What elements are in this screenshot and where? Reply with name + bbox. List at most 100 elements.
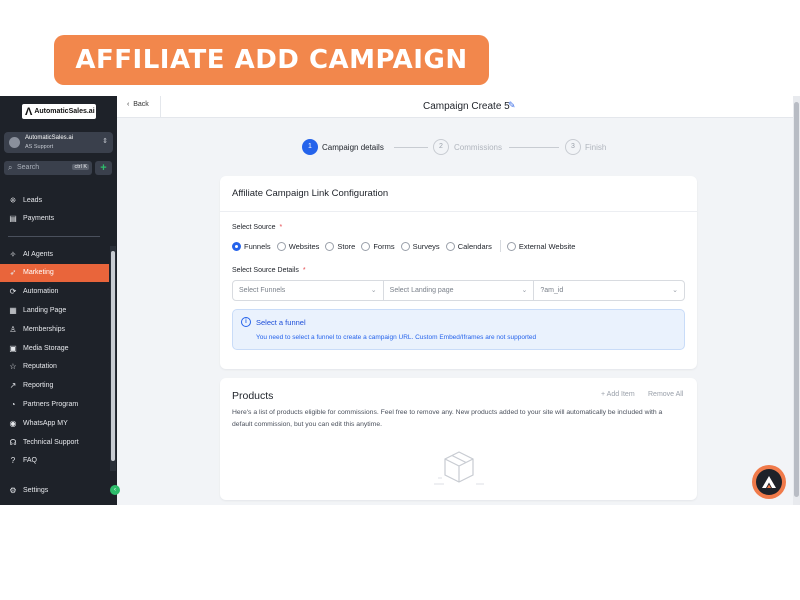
account-name: AutomaticSales.ai: [25, 135, 74, 141]
source-radio-funnels[interactable]: Funnels: [232, 241, 271, 251]
account-switcher[interactable]: AutomaticSales.ai AS Support ⇕: [4, 132, 113, 153]
url-param-dropdown[interactable]: ?am_id ⌄: [534, 281, 684, 300]
link-configuration-card: Affiliate Campaign Link Configuration Se…: [220, 176, 697, 369]
sidebar-item-landing-page[interactable]: ▦ Landing Page: [0, 301, 109, 319]
app-window: Λ AutomaticSales.ai AutomaticSales.ai AS…: [0, 96, 800, 505]
sidebar-item-reputation[interactable]: ☆ Reputation: [0, 358, 109, 376]
step-2-circle: 2: [433, 139, 449, 155]
sidebar-scrollbar-thumb[interactable]: [111, 251, 115, 461]
source-radio-calendars[interactable]: Calendars: [445, 241, 492, 251]
add-item-button[interactable]: + Add Item: [601, 391, 635, 398]
sidebar-item-label: Reputation: [23, 363, 57, 371]
sidebar-item-whatsapp-my[interactable]: ◉ WhatsApp MY: [0, 414, 109, 432]
info-alert: i Select a funnel You need to select a f…: [232, 309, 685, 350]
sidebar-item-settings[interactable]: ⚙ Settings: [0, 481, 109, 499]
sidebar-item-ai-agents[interactable]: ✧ AI Agents: [0, 245, 109, 263]
step-3-circle: 3: [565, 139, 581, 155]
page-title: Campaign Create 5: [423, 101, 510, 112]
collapse-sidebar-icon[interactable]: ‹: [110, 485, 120, 495]
select-funnels-dropdown[interactable]: Select Funnels ⌄: [233, 281, 384, 300]
radio-label: Store: [337, 241, 356, 251]
sidebar-item-faq[interactable]: ? FAQ: [0, 452, 109, 470]
media-storage-icon: ▣: [9, 343, 17, 353]
memberships-icon: ♙: [9, 324, 17, 334]
banner-text: AFFILIATE ADD CAMPAIGN: [75, 45, 468, 75]
sidebar-item-label: Leads: [23, 196, 43, 204]
step-3-label[interactable]: Finish: [585, 143, 606, 152]
search-icon: ⌕: [8, 163, 13, 172]
assistant-launcher-button[interactable]: [752, 465, 786, 499]
landing-page-icon: ▦: [9, 305, 17, 315]
sidebar-item-label: WhatsApp MY: [23, 419, 68, 427]
top-header: ‹ Back Campaign Create 5 ✎: [117, 96, 800, 118]
avatar: [9, 137, 20, 148]
brand-logo-mark-icon: Λ: [25, 105, 33, 118]
step-connector: [394, 147, 428, 148]
automation-icon: ⟳: [9, 287, 17, 297]
source-radio-external-website[interactable]: External Website: [506, 241, 575, 251]
info-icon: i: [241, 317, 251, 327]
brand-logo[interactable]: Λ AutomaticSales.ai: [22, 104, 96, 119]
info-heading: Select a funnel: [256, 318, 306, 327]
radio-label: Websites: [288, 241, 320, 251]
sidebar-item-label: Settings: [23, 486, 49, 494]
info-body: You need to select a funnel to create a …: [256, 334, 537, 341]
source-radio-forms[interactable]: Forms: [361, 241, 395, 251]
select-source-label: Select Source *: [232, 224, 283, 231]
quick-add-button[interactable]: +: [95, 161, 112, 175]
search-placeholder: Search: [17, 164, 40, 171]
products-card: Products + Add Item Remove All Here's a …: [220, 378, 697, 500]
radio-button[interactable]: [506, 241, 516, 251]
radio-button[interactable]: [400, 241, 410, 251]
gear-icon: ⚙: [9, 485, 17, 495]
radio-button[interactable]: [325, 241, 335, 251]
search-shortcut: ctrl K: [72, 164, 89, 170]
source-radio-surveys[interactable]: Surveys: [400, 241, 440, 251]
ai-agents-icon: ✧: [9, 249, 17, 259]
radio-label: Calendars: [457, 241, 492, 251]
sidebar-item-technical-support[interactable]: ☊ Technical Support: [0, 433, 109, 451]
radio-label: Funnels: [244, 241, 271, 251]
radio-button[interactable]: [232, 241, 241, 251]
sidebar-item-payments[interactable]: ▤ Payments: [0, 210, 109, 228]
sidebar-item-partners-program[interactable]: ◔ Partners Program: [0, 395, 109, 413]
sidebar-item-label: AI Agents: [23, 250, 53, 258]
partners-program-icon: ◔: [10, 399, 16, 409]
source-radio-group: Funnels Websites Store Forms Surveys Calendar…: [232, 240, 581, 252]
sidebar-item-automation[interactable]: ⟳ Automation: [0, 283, 109, 301]
radio-button[interactable]: [361, 241, 371, 251]
edit-title-pencil-icon[interactable]: ✎: [508, 100, 516, 111]
page-scrollbar[interactable]: [793, 96, 800, 505]
radio-button[interactable]: [445, 241, 455, 251]
sidebar-item-memberships[interactable]: ♙ Memberships: [0, 320, 109, 338]
source-radio-store[interactable]: Store: [325, 241, 356, 251]
radio-label: Surveys: [412, 241, 440, 251]
sidebar-item-leads[interactable]: ⁜ Leads: [0, 191, 109, 209]
back-label: Back: [133, 101, 149, 108]
reporting-icon: ↗: [9, 381, 17, 391]
select-landing-page-dropdown[interactable]: Select Landing page ⌄: [384, 281, 535, 300]
source-radio-websites[interactable]: Websites: [276, 241, 320, 251]
card-title: Affiliate Campaign Link Configuration: [232, 188, 389, 199]
page-scrollbar-thumb[interactable]: [794, 102, 799, 497]
payments-icon: ▤: [9, 214, 17, 224]
campaign-banner: AFFILIATE ADD CAMPAIGN: [54, 35, 489, 85]
sidebar: Λ AutomaticSales.ai AutomaticSales.ai AS…: [0, 96, 120, 505]
sidebar-item-label: Media Storage: [23, 344, 69, 352]
radio-separator: [499, 240, 501, 252]
step-1-label[interactable]: Campaign details: [322, 143, 384, 152]
radio-button[interactable]: [276, 241, 286, 251]
sidebar-item-marketing[interactable]: ➶ Marketing: [0, 263, 109, 282]
sidebar-item-media-storage[interactable]: ▣ Media Storage: [0, 339, 109, 357]
step-2-label[interactable]: Commissions: [454, 143, 502, 152]
back-button[interactable]: ‹ Back: [127, 101, 149, 108]
brand-logo-mark-icon: [762, 476, 776, 488]
faq-icon: ?: [10, 456, 16, 466]
remove-all-button[interactable]: Remove All: [648, 391, 683, 398]
technical-support-icon: ☊: [9, 437, 17, 447]
sidebar-item-reporting[interactable]: ↗ Reporting: [0, 377, 109, 395]
chevron-updown-icon: ⇕: [102, 138, 108, 145]
search-input[interactable]: ⌕ Search ctrl K: [4, 161, 92, 175]
account-sub: AS Support: [25, 144, 54, 150]
sidebar-item-label: FAQ: [23, 457, 38, 465]
